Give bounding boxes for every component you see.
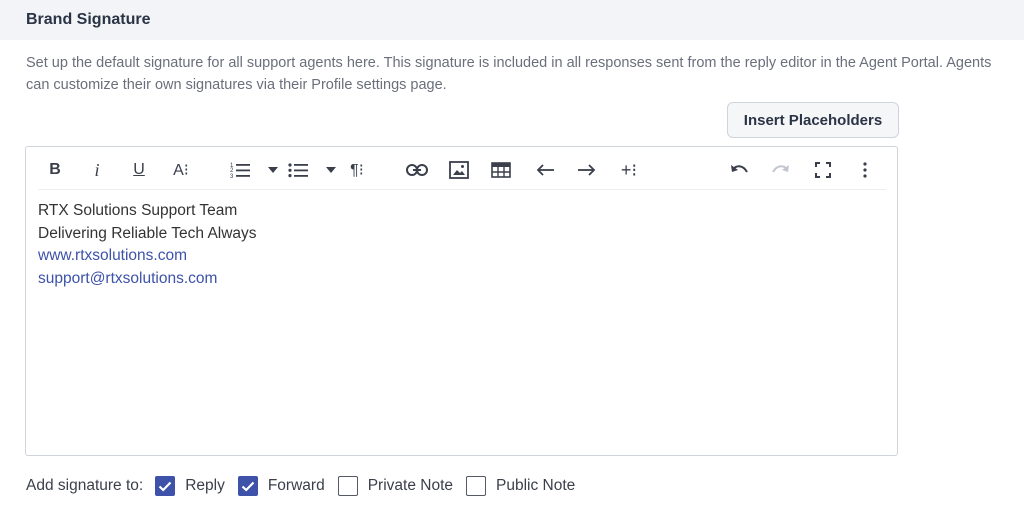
checkmark-icon	[158, 481, 172, 492]
indent-button[interactable]	[574, 157, 600, 183]
outdent-button[interactable]	[532, 157, 558, 183]
unordered-list-icon	[288, 163, 308, 178]
private-note-checkbox[interactable]	[337, 476, 358, 496]
bold-icon: B	[49, 161, 61, 178]
checkmark-icon	[241, 481, 255, 492]
add-signature-label: Add signature to:	[26, 477, 144, 494]
paragraph-format-icon: ¶⁝	[350, 162, 364, 179]
public-note-checkbox[interactable]	[466, 476, 486, 496]
more-options-button[interactable]	[852, 157, 878, 183]
italic-icon: i	[94, 159, 100, 180]
caret-down-icon	[326, 167, 336, 173]
add-signature-options: Add signature to: Reply Forward Private …	[26, 474, 588, 498]
font-size-icon: A⁝	[173, 162, 189, 179]
outdent-icon	[536, 164, 554, 176]
indent-icon	[578, 164, 596, 176]
unordered-list-button[interactable]	[286, 157, 312, 183]
image-icon	[449, 161, 469, 179]
more-options-icon	[863, 162, 867, 178]
reply-option-label[interactable]: Reply	[185, 477, 225, 495]
link-icon	[406, 164, 428, 176]
ordered-list-icon: 123	[230, 163, 250, 179]
forward-option-label[interactable]: Forward	[268, 477, 325, 495]
fullscreen-icon	[815, 162, 831, 178]
svg-text:3: 3	[230, 174, 234, 179]
public-note-option-label[interactable]: Public Note	[496, 477, 575, 495]
signature-email-link[interactable]: support@rtxsolutions.com	[38, 268, 257, 291]
forward-checkbox[interactable]	[237, 476, 258, 496]
insert-more-icon: +⁝	[620, 159, 638, 180]
undo-button[interactable]	[726, 157, 752, 183]
editor-toolbar: B i U A⁝ 123 ¶⁝ +⁝	[38, 151, 886, 190]
insert-image-button[interactable]	[446, 157, 472, 183]
bold-button[interactable]: B	[42, 157, 68, 183]
ordered-list-button[interactable]: 123	[228, 157, 254, 183]
section-header: Brand Signature	[0, 0, 1024, 40]
table-icon	[491, 162, 511, 178]
undo-icon	[731, 165, 748, 173]
private-note-option-label[interactable]: Private Note	[368, 477, 453, 495]
section-description: Set up the default signature for all sup…	[26, 55, 992, 93]
insert-more-button[interactable]: +⁝	[616, 157, 642, 183]
signature-editor[interactable]: B i U A⁝ 123 ¶⁝ +⁝ RTX Solutions Support…	[25, 146, 898, 456]
signature-line-tagline: Delivering Reliable Tech Always	[38, 224, 257, 242]
section-title: Brand Signature	[26, 11, 151, 28]
reply-checkbox[interactable]	[155, 476, 176, 496]
underline-button[interactable]: U	[126, 157, 152, 183]
unordered-list-dropdown[interactable]	[324, 157, 338, 183]
insert-placeholders-button[interactable]: Insert Placeholders	[727, 102, 899, 138]
redo-icon	[772, 165, 789, 173]
signature-content[interactable]: RTX Solutions Support Team Delivering Re…	[38, 200, 257, 290]
underline-icon: U	[133, 161, 145, 178]
insert-table-button[interactable]	[488, 157, 514, 183]
italic-button[interactable]: i	[84, 157, 110, 183]
font-size-button[interactable]: A⁝	[168, 157, 194, 183]
redo-button[interactable]	[768, 157, 794, 183]
ordered-list-dropdown[interactable]	[266, 157, 280, 183]
insert-link-button[interactable]	[404, 157, 430, 183]
fullscreen-button[interactable]	[810, 157, 836, 183]
paragraph-format-button[interactable]: ¶⁝	[344, 157, 370, 183]
signature-website-link[interactable]: www.rtxsolutions.com	[38, 245, 257, 268]
signature-line-team: RTX Solutions Support Team	[38, 202, 238, 219]
caret-down-icon	[268, 167, 278, 173]
